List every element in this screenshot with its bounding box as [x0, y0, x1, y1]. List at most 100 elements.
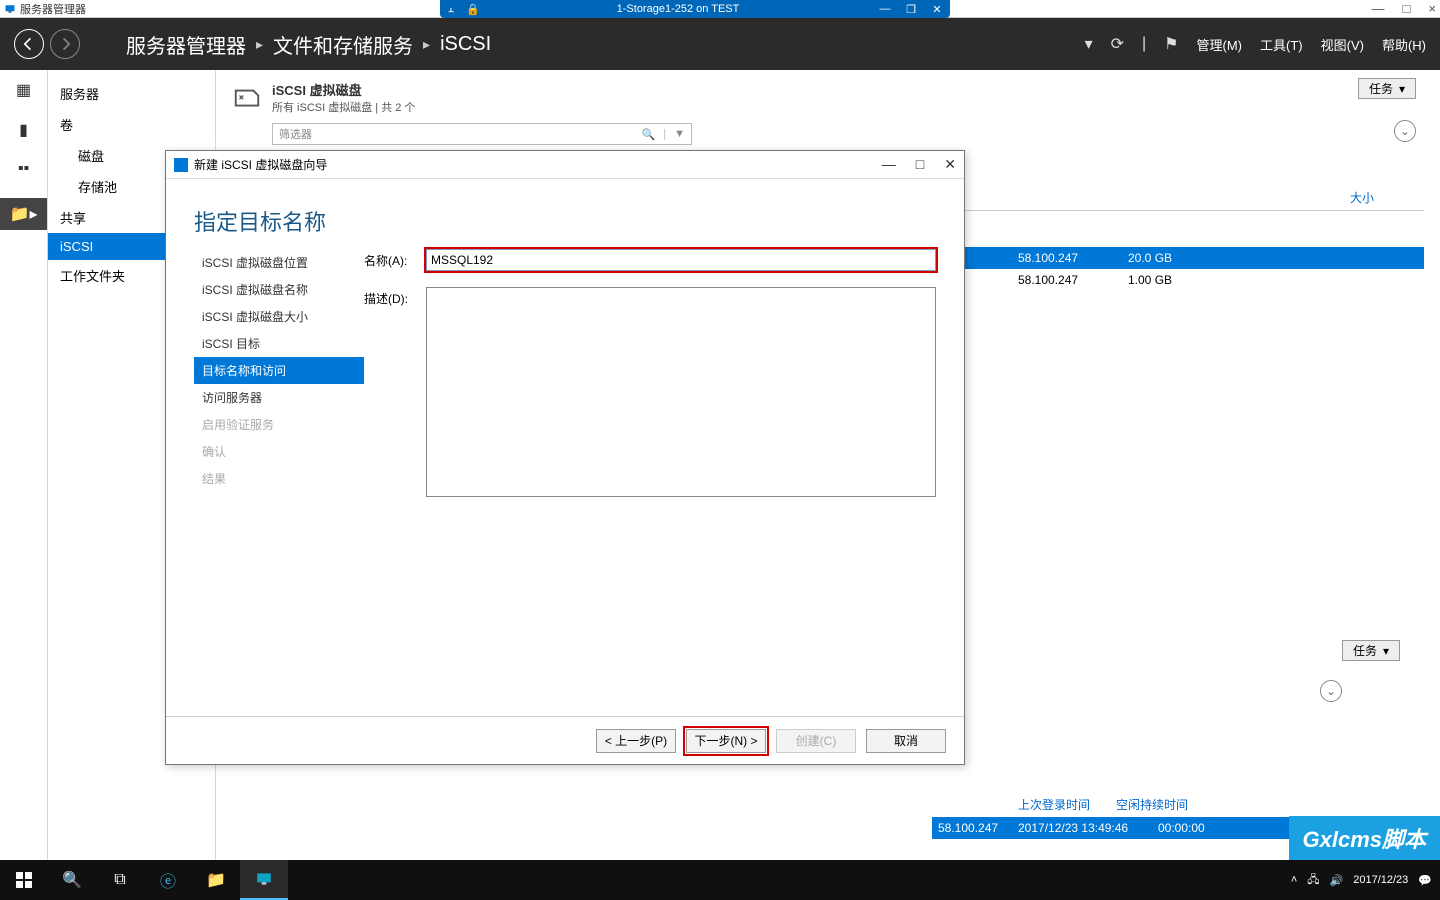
cancel-button[interactable]: 取消 — [866, 729, 946, 753]
rds-restore-button[interactable]: ❐ — [898, 3, 924, 16]
refresh-icon[interactable]: ⟳ — [1111, 34, 1124, 54]
target-name-input[interactable] — [426, 249, 936, 271]
menu-help[interactable]: 帮助(H) — [1382, 35, 1426, 54]
filter-options-icon[interactable]: ▼ — [674, 128, 685, 140]
wizard-close-button[interactable]: ✕ — [944, 156, 956, 173]
filter-placeholder: 筛选器 — [279, 126, 312, 142]
panel-title: iSCSI 虚拟磁盘 — [272, 80, 415, 99]
lock-icon[interactable]: 🔒 — [462, 3, 484, 16]
col-idle-time[interactable]: 空闲持续时间 — [1110, 792, 1208, 817]
step-item: 启用验证服务 — [194, 411, 364, 438]
cell-size: 20.0 GB — [1122, 247, 1202, 269]
wizard-minimize-button[interactable]: — — [882, 156, 896, 173]
nav-item-servers[interactable]: 服务器 — [48, 78, 215, 109]
chevron-right-icon: ▸ — [256, 36, 263, 53]
remote-session-bar[interactable]: ⫠ 🔒 1-Storage1-252 on TEST — ❐ ✕ — [440, 0, 950, 18]
search-button[interactable]: 🔍 — [48, 860, 96, 900]
outer-close-button[interactable]: × — [1428, 1, 1436, 16]
outer-window-title: 服务器管理器 — [20, 1, 86, 17]
cell-ip: 58.100.247 — [1012, 269, 1122, 291]
wizard-dialog: 新建 iSCSI 虚拟磁盘向导 — □ ✕ 指定目标名称 iSCSI 虚拟磁盘位… — [165, 150, 965, 765]
wizard-icon — [174, 158, 188, 172]
flag-icon[interactable]: ⚑ — [1164, 34, 1178, 54]
wizard-titlebar[interactable]: 新建 iSCSI 虚拟磁盘向导 — □ ✕ — [166, 151, 964, 179]
filter-bar[interactable]: 筛选器 🔍 | ▼ — [272, 123, 692, 145]
icon-rail: ▦ ▮ ▪▪ 📁▸ — [0, 70, 48, 860]
cell-time: 2017/12/23 13:49:46 — [1012, 817, 1152, 839]
pin-icon[interactable]: ⫠ — [440, 3, 462, 16]
network-icon[interactable]: 🖧 — [1307, 871, 1319, 890]
local-server-icon[interactable]: ▮ — [19, 120, 28, 140]
taskbar: 🔍 ⧉ ⓔ 📁 ˄ 🖧 🔊 2017/12/23 💬 — [0, 860, 1440, 900]
outer-minimize-button[interactable]: — — [1372, 1, 1385, 16]
rds-minimize-button[interactable]: — — [872, 3, 898, 16]
search-icon[interactable]: 🔍 — [642, 128, 656, 141]
notifications-icon[interactable]: 💬 — [1418, 874, 1432, 887]
wizard-footer: < 上一步(P) 下一步(N) > 创建(C) 取消 — [166, 716, 964, 764]
tasks-label: 任务 — [1353, 642, 1377, 659]
tray-up-icon[interactable]: ˄ — [1291, 874, 1297, 886]
cell-size: 1.00 GB — [1122, 269, 1202, 291]
wizard-title-text: 新建 iSCSI 虚拟磁盘向导 — [194, 156, 327, 173]
prev-button[interactable]: < 上一步(P) — [596, 729, 676, 753]
dropdown-icon[interactable]: ▾ — [1085, 34, 1093, 54]
chevron-down-icon: ▾ — [1383, 644, 1389, 658]
chevron-right-icon: ▸ — [423, 36, 430, 53]
step-item[interactable]: iSCSI 虚拟磁盘位置 — [194, 249, 364, 276]
dashboard-icon[interactable]: ▦ — [16, 80, 31, 100]
collapse-toggle[interactable]: ⌄ — [1320, 680, 1342, 702]
outer-maximize-button[interactable]: □ — [1403, 1, 1411, 16]
step-item: 确认 — [194, 438, 364, 465]
server-manager-icon — [4, 3, 16, 15]
step-item[interactable]: iSCSI 虚拟磁盘名称 — [194, 276, 364, 303]
col-last-login[interactable]: 上次登录时间 — [1012, 792, 1110, 817]
collapse-toggle[interactable]: ⌄ — [1394, 120, 1416, 142]
wizard-heading: 指定目标名称 — [166, 179, 964, 249]
col-size[interactable]: 大小 — [1344, 185, 1424, 210]
cell-ip: 58.100.247 — [932, 817, 1012, 839]
clock[interactable]: 2017/12/23 — [1353, 874, 1408, 886]
panel-subtitle: 所有 iSCSI 虚拟磁盘 | 共 2 个 — [272, 99, 415, 115]
task-view-button[interactable]: ⧉ — [96, 860, 144, 900]
cell-ip: 58.100.247 — [1012, 247, 1122, 269]
tasks-dropdown[interactable]: 任务 ▾ — [1358, 78, 1416, 99]
separator-icon: | — [1142, 35, 1146, 53]
ie-icon[interactable]: ⓔ — [144, 860, 192, 900]
remote-session-title: 1-Storage1-252 on TEST — [484, 3, 872, 15]
start-button[interactable] — [0, 860, 48, 900]
all-servers-icon[interactable]: ▪▪ — [18, 160, 29, 178]
file-services-icon[interactable]: 📁▸ — [0, 198, 47, 230]
menu-view[interactable]: 视图(V) — [1321, 35, 1364, 54]
step-item[interactable]: iSCSI 目标 — [194, 330, 364, 357]
server-manager-taskbar-icon[interactable] — [240, 860, 288, 900]
wizard-form: 名称(A): 描述(D): — [364, 249, 936, 716]
tasks-dropdown[interactable]: 任务 ▾ — [1342, 640, 1400, 661]
step-item[interactable]: 访问服务器 — [194, 384, 364, 411]
volume-icon[interactable]: 🔊 — [1330, 874, 1344, 887]
cell-idle: 00:00:00 — [1152, 817, 1225, 839]
breadcrumb-item[interactable]: 文件和存储服务 — [273, 30, 413, 59]
nav-item-volumes[interactable]: 卷 — [48, 109, 215, 140]
breadcrumb-item[interactable]: iSCSI — [440, 33, 491, 56]
app-header: 服务器管理器 ▸ 文件和存储服务 ▸ iSCSI ▾ ⟳ | ⚑ 管理(M) 工… — [0, 18, 1440, 70]
step-item[interactable]: iSCSI 虚拟磁盘大小 — [194, 303, 364, 330]
wizard-maximize-button[interactable]: □ — [916, 156, 924, 173]
menu-manage[interactable]: 管理(M) — [1197, 35, 1243, 54]
disk-icon — [232, 83, 262, 113]
chevron-down-icon: ▾ — [1399, 82, 1405, 96]
explorer-icon[interactable]: 📁 — [192, 860, 240, 900]
rds-close-button[interactable]: ✕ — [924, 3, 950, 16]
nav-forward-button[interactable] — [50, 29, 80, 59]
next-button[interactable]: 下一步(N) > — [686, 729, 766, 753]
menu-tools[interactable]: 工具(T) — [1260, 35, 1303, 54]
watermark-badge: Gxlcms脚本 — [1289, 816, 1440, 860]
system-tray[interactable]: ˄ 🖧 🔊 2017/12/23 💬 — [1291, 871, 1440, 890]
outer-window-controls: — □ × — [1372, 1, 1436, 16]
step-item: 结果 — [194, 465, 364, 492]
nav-back-button[interactable] — [14, 29, 44, 59]
step-item-current[interactable]: 目标名称和访问 — [194, 357, 364, 384]
breadcrumb: 服务器管理器 ▸ 文件和存储服务 ▸ iSCSI — [126, 30, 491, 59]
description-textarea[interactable] — [426, 287, 936, 497]
wizard-steps: iSCSI 虚拟磁盘位置 iSCSI 虚拟磁盘名称 iSCSI 虚拟磁盘大小 i… — [194, 249, 364, 716]
breadcrumb-item[interactable]: 服务器管理器 — [126, 30, 246, 59]
